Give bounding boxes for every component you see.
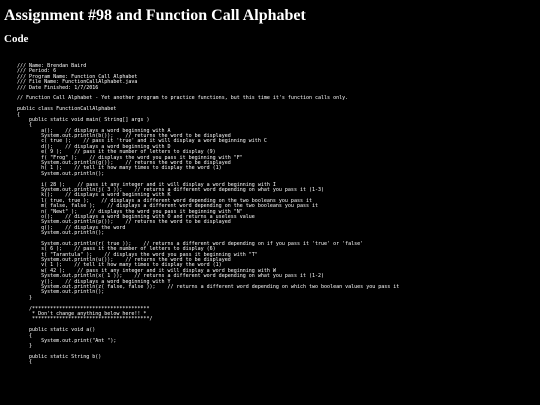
page-title: Assignment #98 and Function Call Alphabe… <box>4 7 306 24</box>
code-block: /// Name: Brendan Baird/// Period: 6/// … <box>17 63 399 366</box>
code-line: // Function Call Alphabet - Yet another … <box>17 95 349 102</box>
page: Assignment #98 and Function Call Alphabe… <box>0 0 540 405</box>
code-section-heading: Code <box>4 33 29 45</box>
code-line: { <box>17 359 33 366</box>
